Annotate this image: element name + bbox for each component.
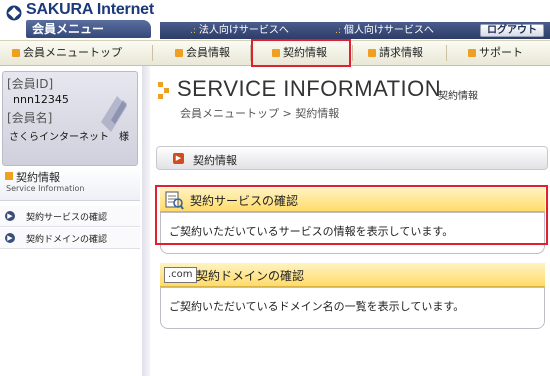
domain-confirm-body: ご契約いただいているドメイン名の一覧を表示しています。 — [160, 287, 545, 329]
sidebar-item-label: 契約サービスの確認 — [26, 213, 108, 223]
section-bar: ▶ 契約情報 — [156, 146, 548, 170]
nav-divider — [152, 45, 153, 61]
member-name-label: [会員名] — [7, 111, 53, 125]
title-marker-icon — [158, 82, 169, 99]
domain-confirm-header[interactable]: .com 契約ドメインの確認 — [160, 263, 545, 287]
corporate-services-link[interactable]: .: 法人向けサービスへ — [190, 24, 289, 38]
service-panel-highlight — [155, 185, 548, 245]
nav-item-member-top[interactable]: 会員メニュートップ — [12, 41, 122, 65]
active-nav-highlight — [251, 39, 351, 67]
header: SAKURA Internet 会員メニュー .: 法人向けサービスへ .: 個人向… — [0, 0, 550, 40]
top-bar: .: 法人向けサービスへ .: 個人向けサービスへ ログアウト — [160, 22, 550, 39]
member-id-label: [会員ID] — [7, 77, 54, 91]
nav-bullet-icon — [12, 49, 20, 57]
nav-item-label: 会員メニュートップ — [23, 46, 122, 59]
sakura-logo-icon — [6, 5, 22, 21]
arrow-right-icon: ▶ — [5, 211, 15, 221]
sidebar-divider — [142, 66, 150, 376]
breadcrumb: 会員メニュートップ > 契約情報 — [180, 107, 340, 120]
sidebar-section-title: 契約情報 — [16, 171, 60, 184]
sidebar-section-header: 契約情報 Service Information — [0, 167, 140, 201]
nav-item-billing-info[interactable]: 請求情報 — [368, 41, 423, 65]
nav-bullet-icon — [368, 49, 376, 57]
section-marker-icon — [5, 172, 13, 180]
link-marker-icon: .: — [335, 26, 341, 36]
sidebar-item-service-confirm[interactable]: ▶ 契約サービスの確認 — [0, 206, 140, 227]
nav-item-label: サポート — [479, 46, 523, 59]
domain-confirm-description: ご契約いただいているドメイン名の一覧を表示しています。 — [169, 300, 465, 313]
member-id-value: nnn12345 — [13, 93, 69, 106]
nav-divider — [446, 45, 447, 61]
sidebar-section-title-en: Service Information — [6, 184, 85, 193]
page-title: SERVICE INFORMATION — [177, 76, 442, 101]
logout-button[interactable]: ログアウト — [480, 24, 544, 37]
nav-item-label: 会員情報 — [186, 46, 230, 59]
decorative-slash-icon — [101, 96, 127, 132]
sidebar: [会員ID] nnn12345 [会員名] さくらインターネット 様 契約情報 … — [0, 66, 140, 376]
section-bar-label: 契約情報 — [193, 154, 237, 167]
nav-bullet-icon — [175, 49, 183, 57]
arrow-right-icon: ▶ — [5, 233, 15, 243]
personal-services-link[interactable]: .: 個人向けサービスへ — [335, 24, 434, 38]
corporate-services-link-label: 法人向けサービスへ — [198, 25, 289, 36]
brand-name: SAKURA Internet — [26, 1, 154, 18]
domain-confirm-title: 契約ドメインの確認 — [196, 269, 305, 283]
nav-bullet-icon — [468, 49, 476, 57]
nav-item-label: 請求情報 — [379, 46, 423, 59]
section-arrow-icon: ▶ — [173, 153, 184, 164]
nav-divider — [352, 45, 353, 61]
member-menu-label: 会員メニュー — [26, 20, 151, 38]
personal-services-link-label: 個人向けサービスへ — [343, 25, 434, 36]
member-info-box: [会員ID] nnn12345 [会員名] さくらインターネット 様 — [2, 71, 138, 166]
link-marker-icon: .: — [190, 26, 196, 36]
page-title-ja: 契約情報 — [438, 91, 478, 102]
sidebar-item-label: 契約ドメインの確認 — [26, 235, 108, 245]
nav-item-member-info[interactable]: 会員情報 — [175, 41, 230, 65]
sidebar-item-domain-confirm[interactable]: ▶ 契約ドメインの確認 — [0, 228, 140, 249]
com-domain-icon: .com — [164, 267, 197, 283]
nav-item-support[interactable]: サポート — [468, 41, 523, 65]
